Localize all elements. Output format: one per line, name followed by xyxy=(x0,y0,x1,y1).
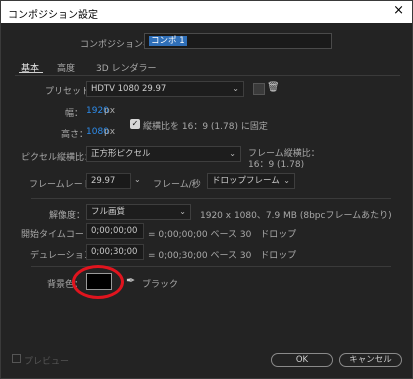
drop-frame-select[interactable]: ドロップフレーム ⌄ xyxy=(207,173,295,189)
resolution-info: 1920 x 1080、7.9 MB (8bpcフレームあたり) xyxy=(200,211,392,221)
ok-button[interactable]: OK xyxy=(271,353,333,367)
frame-rate-input[interactable]: 29.97 xyxy=(86,173,131,189)
cancel-button[interactable]: キャンセル xyxy=(339,353,402,367)
width-label: 幅： xyxy=(65,109,84,119)
preview-label: プレビュー xyxy=(24,357,70,367)
start-timecode-input[interactable]: 0;00;00;00 xyxy=(86,223,144,239)
chevron-down-icon: ⌄ xyxy=(232,84,239,93)
comp-name-value: コンポ 1 xyxy=(149,36,187,46)
resolution-select[interactable]: フル画質 ⌄ xyxy=(86,204,191,220)
dialog-title: コンポジション設定 xyxy=(8,10,98,21)
comp-name-input[interactable]: コンポ 1 xyxy=(144,33,332,49)
eyedropper-icon[interactable]: ✒ xyxy=(126,274,135,287)
tab-3d-renderer[interactable]: 3D レンダラー xyxy=(96,61,157,74)
save-preset-icon[interactable] xyxy=(253,83,265,95)
drop-frame-value: ドロップフレーム xyxy=(212,176,280,186)
chevron-down-icon: ⌄ xyxy=(179,207,186,216)
close-icon[interactable]: × xyxy=(393,3,404,18)
aspect-lock-label: 縦横比を 16：9 (1.78) に固定 xyxy=(143,122,268,132)
frame-aspect-value: 16：9 (1.78) xyxy=(248,160,305,170)
height-unit: px xyxy=(104,127,116,137)
resolution-label: 解像度： xyxy=(49,211,86,221)
resolution-value: フル画質 xyxy=(91,207,126,217)
aspect-lock-checkbox[interactable]: ✓ xyxy=(130,119,140,129)
title-bar: コンポジション設定 × xyxy=(1,1,412,23)
frame-rate-unit: フレーム/秒 xyxy=(153,180,201,190)
tab-advanced[interactable]: 高度 xyxy=(57,61,75,74)
tab-basic-underline xyxy=(19,72,43,73)
pixel-aspect-value: 正方形ピクセル xyxy=(91,149,151,159)
start-timecode-info: = 0;00;00;00 ベース 30 ドロップ xyxy=(148,230,297,240)
trash-icon[interactable]: 🗑 xyxy=(267,82,280,93)
duration-value: 0;00;30;00 xyxy=(91,247,138,257)
composition-settings-dialog: コンポジション設定 × コンポジション名： コンポ 1 基本 高度 3D レンダ… xyxy=(0,0,413,379)
pixel-aspect-label: ピクセル縦横比： xyxy=(21,153,94,163)
height-label: 高さ： xyxy=(61,130,89,140)
divider xyxy=(31,198,391,199)
preset-value: HDTV 1080 29.97 xyxy=(91,84,167,94)
chevron-down-icon: ⌄ xyxy=(229,149,236,158)
preset-select[interactable]: HDTV 1080 29.97 ⌄ xyxy=(86,81,244,97)
chevron-down-icon: ⌄ xyxy=(283,176,290,185)
frame-rate-value: 29.97 xyxy=(91,176,116,186)
duration-info: = 0;00;30;00 ベース 30 ドロップ xyxy=(148,251,297,261)
preview-checkbox[interactable] xyxy=(12,354,21,363)
background-color-name: ブラック xyxy=(142,280,179,290)
duration-input[interactable]: 0;00;30;00 xyxy=(86,244,144,260)
background-color-swatch[interactable] xyxy=(86,273,112,290)
pixel-aspect-select[interactable]: 正方形ピクセル ⌄ xyxy=(86,146,241,162)
width-unit: px xyxy=(104,106,116,116)
frame-rate-dropdown-icon[interactable]: ⌄ xyxy=(134,175,141,184)
start-timecode-value: 0;00;00;00 xyxy=(91,226,138,236)
tab-divider xyxy=(15,75,400,76)
